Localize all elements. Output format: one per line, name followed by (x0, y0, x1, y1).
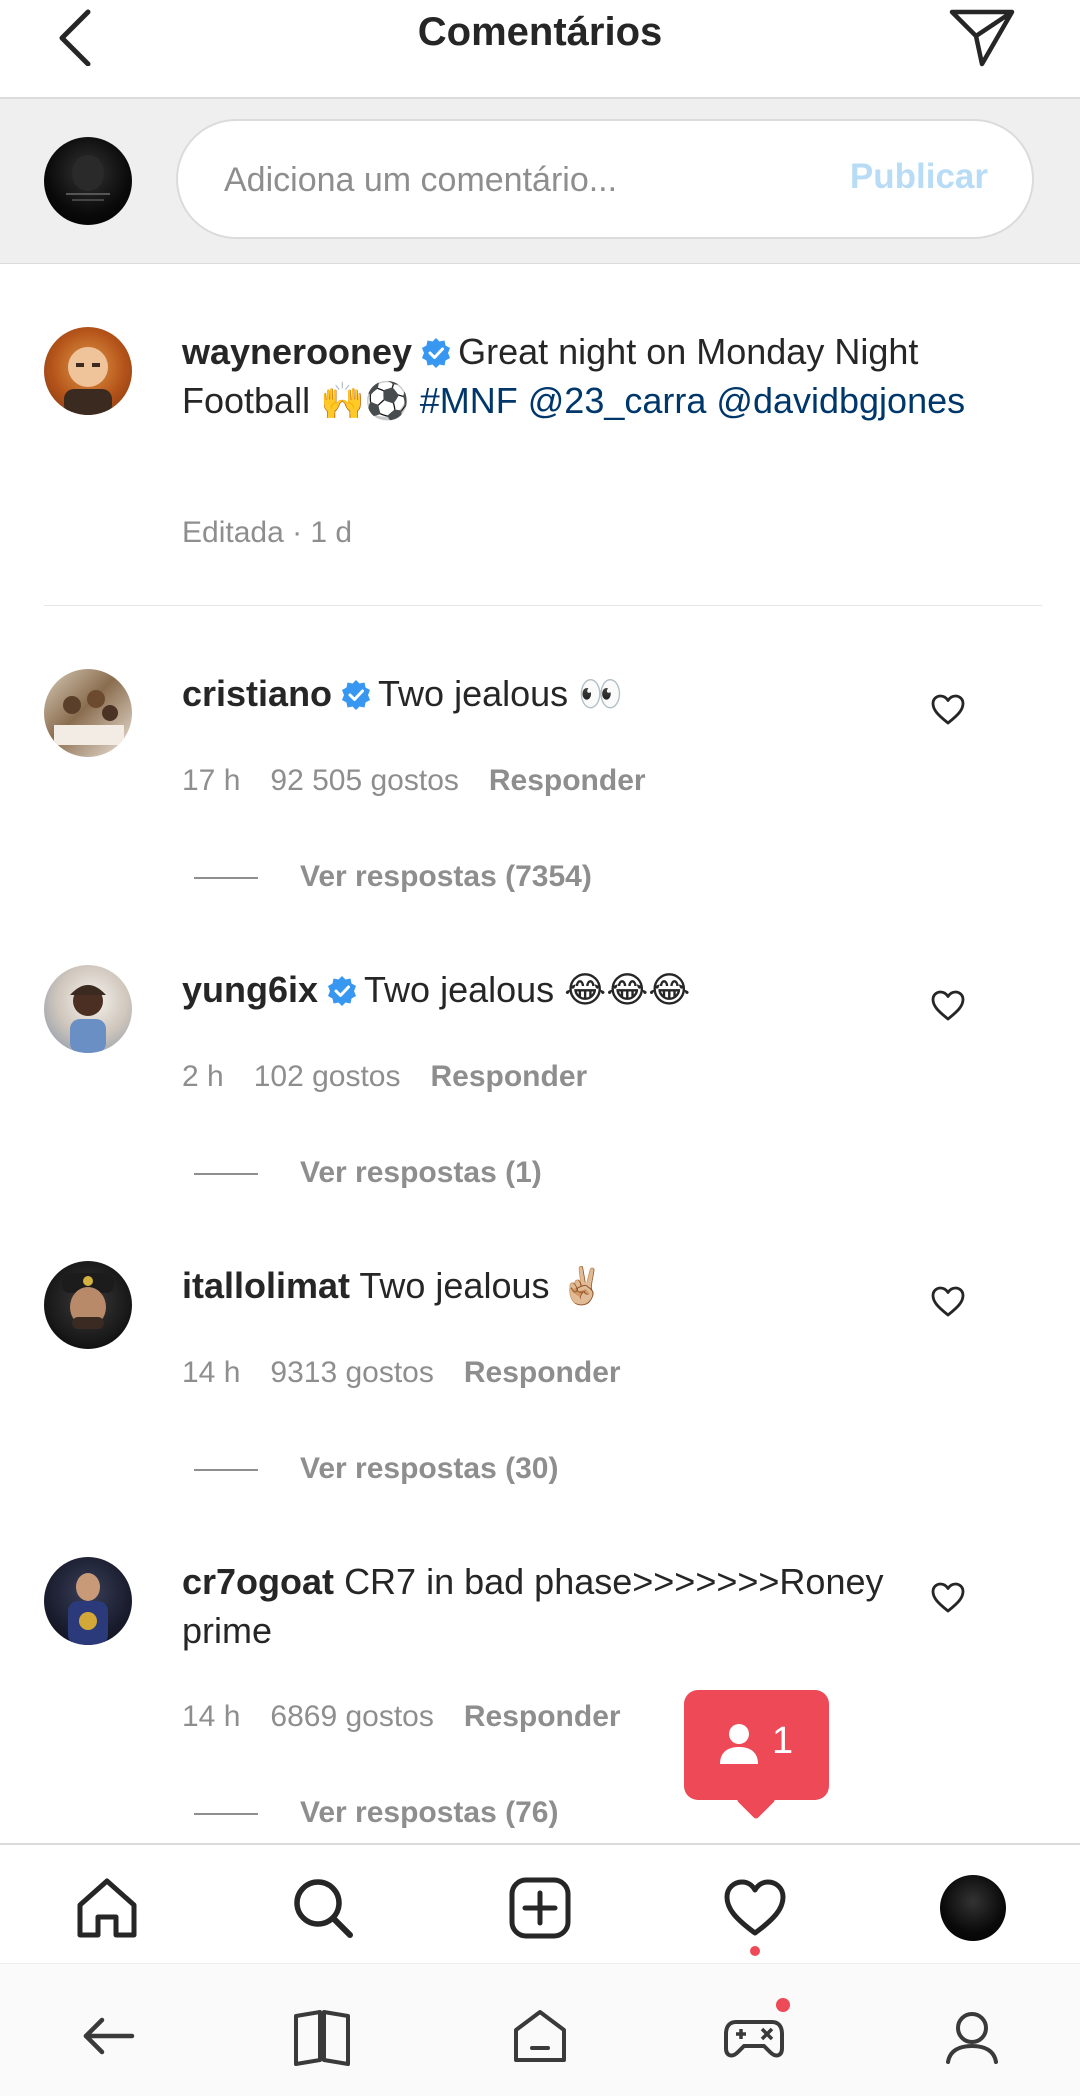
reply-button[interactable]: Responder (464, 1356, 621, 1389)
book-icon[interactable] (290, 2004, 354, 2068)
divider (44, 605, 1042, 606)
view-replies-button[interactable]: Ver respostas (76) (194, 1796, 558, 1830)
reply-button[interactable]: Responder (431, 1060, 588, 1093)
view-replies-label: Ver respostas (1) (300, 1156, 542, 1189)
comment-likes[interactable]: 6869 gostos (270, 1700, 433, 1733)
comment-meta: 2 h 102 gostos Responder (182, 1060, 617, 1094)
comment-meta: 17 h 92 505 gostos Responder (182, 764, 676, 798)
current-user-avatar (44, 137, 132, 225)
view-replies-label: Ver respostas (76) (300, 1796, 559, 1829)
like-heart-icon[interactable] (930, 988, 966, 1024)
comment-time: 14 h (182, 1356, 241, 1389)
comment-likes[interactable]: 9313 gostos (270, 1356, 433, 1389)
comment-body: Two jealous ✌🏼 (359, 1265, 605, 1306)
search-icon[interactable] (290, 1875, 356, 1941)
comment-text: itallolimat Two jealous ✌🏼 (182, 1261, 982, 1310)
verified-badge-icon (328, 976, 357, 1006)
reply-button[interactable]: Responder (464, 1700, 621, 1733)
comment-likes[interactable]: 92 505 gostos (270, 764, 458, 797)
replies-rule (194, 1813, 258, 1816)
view-replies-button[interactable]: Ver respostas (7354) (194, 860, 592, 894)
person-icon (720, 1724, 758, 1764)
mention-link[interactable]: @23_carra (528, 380, 707, 421)
verified-badge-icon (342, 680, 371, 710)
comment-time: 17 h (182, 764, 241, 797)
commenter-avatar[interactable] (44, 1261, 132, 1349)
share-button[interactable] (946, 4, 1018, 68)
caption-author-avatar[interactable] (44, 327, 132, 415)
replies-rule (194, 1469, 258, 1472)
comment-likes[interactable]: 102 gostos (254, 1060, 401, 1093)
commenter-avatar[interactable] (44, 1557, 132, 1645)
comment-username[interactable]: cristiano (182, 673, 332, 714)
activity-notification-dot (750, 1946, 760, 1956)
new-post-icon[interactable] (507, 1875, 573, 1941)
commenter-avatar[interactable] (44, 965, 132, 1053)
bottom-tab-bar (0, 1843, 1080, 1965)
comment-meta: 14 h 6869 gostos Responder (182, 1700, 651, 1734)
like-heart-icon[interactable] (930, 1580, 966, 1616)
user-icon[interactable] (940, 2004, 1004, 2068)
comment-text: yung6ix Two jealous 😂😂😂 (182, 965, 982, 1014)
comment-composer: Publicar (0, 99, 1080, 264)
caption-meta: Editada · 1 d (182, 516, 353, 549)
paper-plane-icon (949, 9, 1015, 67)
comment-body: Two jealous 😂😂😂 (364, 969, 691, 1010)
comment-text: cristiano Two jealous 👀 (182, 669, 982, 718)
follower-notification-toast[interactable]: 1 (684, 1690, 829, 1800)
notification-count: 1 (772, 1720, 794, 1762)
back-arrow-icon[interactable] (76, 2004, 140, 2068)
page-title: Comentários (417, 10, 663, 54)
comment-time: 2 h (182, 1060, 224, 1093)
activity-heart-icon[interactable] (722, 1875, 788, 1941)
caption-username[interactable]: waynerooney (182, 331, 412, 372)
header-bar: Comentários (0, 0, 1080, 99)
controller-notification-dot (776, 1998, 790, 2012)
comment-username[interactable]: yung6ix (182, 969, 318, 1010)
reply-button[interactable]: Responder (489, 764, 646, 797)
hashtag-link[interactable]: #MNF (420, 380, 518, 421)
comment-input[interactable] (222, 149, 786, 211)
comment-time: 14 h (182, 1700, 241, 1733)
home-icon[interactable] (508, 2004, 572, 2068)
game-controller-icon[interactable] (722, 2004, 786, 2068)
comment-meta: 14 h 9313 gostos Responder (182, 1356, 651, 1390)
like-heart-icon[interactable] (930, 1284, 966, 1320)
comment-input-container: Publicar (176, 119, 1034, 239)
view-replies-button[interactable]: Ver respostas (1) (194, 1156, 542, 1190)
system-navigation-bar (0, 1963, 1080, 2096)
mention-link[interactable]: @davidbgjones (716, 380, 965, 421)
like-heart-icon[interactable] (930, 692, 966, 728)
comment-text: cr7ogoat CR7 in bad phase>>>>>>>Roney pr… (182, 1557, 902, 1655)
commenter-avatar[interactable] (44, 669, 132, 757)
replies-rule (194, 1173, 258, 1176)
home-icon[interactable] (74, 1875, 140, 1941)
view-replies-label: Ver respostas (7354) (300, 860, 592, 893)
comment-username[interactable]: itallolimat (182, 1265, 350, 1306)
comment-username[interactable]: cr7ogoat (182, 1561, 334, 1602)
verified-badge-icon (422, 338, 451, 368)
caption-text: waynerooney Great night on Monday Night F… (182, 327, 982, 425)
replies-rule (194, 877, 258, 880)
comment-body: Two jealous 👀 (378, 673, 623, 714)
publish-button[interactable]: Publicar (850, 157, 988, 197)
view-replies-button[interactable]: Ver respostas (30) (194, 1452, 558, 1486)
view-replies-label: Ver respostas (30) (300, 1452, 559, 1485)
profile-avatar[interactable] (940, 1875, 1006, 1941)
